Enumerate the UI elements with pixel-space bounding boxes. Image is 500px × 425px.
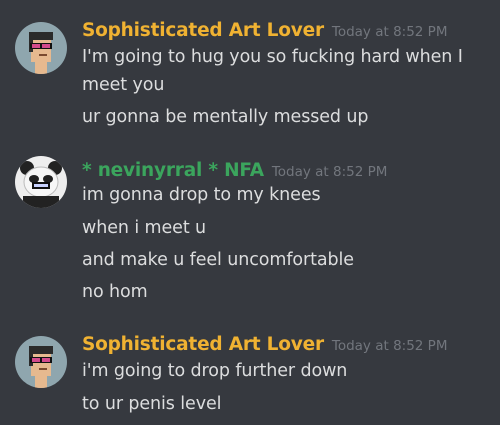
message-text: I'm going to hug you so fucking hard whe… xyxy=(82,47,463,67)
author-name[interactable]: Sophisticated Art Lover xyxy=(82,334,324,355)
author-name[interactable]: * nevinyrral * NFA xyxy=(82,160,264,181)
message-text: im gonna drop to my knees xyxy=(82,185,321,205)
message-text: and make u feel uncomfortable xyxy=(82,250,354,270)
message-text: to ur penis level xyxy=(82,394,222,414)
pixel-punk-avatar-icon[interactable] xyxy=(15,22,67,74)
message-timestamp: Today at 8:52 PM xyxy=(331,24,448,40)
pixel-punk-avatar-icon[interactable] xyxy=(15,336,67,388)
message-text: meet you xyxy=(82,75,165,95)
message-text: i'm going to drop further down xyxy=(82,361,348,381)
message-text: no hom xyxy=(82,282,148,302)
message-timestamp: Today at 8:52 PM xyxy=(331,338,448,354)
message-timestamp: Today at 8:52 PM xyxy=(271,164,388,180)
author-name[interactable]: Sophisticated Art Lover xyxy=(82,20,324,41)
message-text: when i meet u xyxy=(82,218,207,238)
message-text: ur gonna be mentally messed up xyxy=(82,107,369,127)
panda-avatar-icon[interactable] xyxy=(15,156,67,208)
